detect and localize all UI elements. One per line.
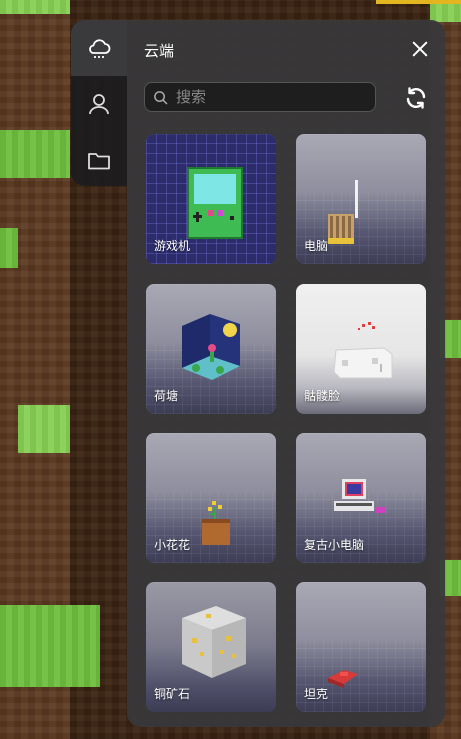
card-label: 电脑 [304, 239, 329, 253]
search-box[interactable] [144, 82, 376, 112]
card-label: 小花花 [154, 538, 191, 552]
retro-computer-thumbnail [334, 479, 386, 513]
folder-icon [88, 153, 110, 170]
copper-ore-thumbnail [182, 606, 246, 678]
model-card[interactable]: 坦克 [296, 582, 426, 712]
side-rail [71, 20, 127, 186]
card-label: 荷塘 [154, 389, 179, 403]
panel-title: 云端 [144, 42, 175, 60]
card-label: 复古小电脑 [304, 538, 365, 552]
rail-item-cloud[interactable] [71, 20, 127, 76]
close-icon [412, 41, 428, 57]
model-card[interactable]: 游戏机 [146, 134, 276, 264]
search-icon [154, 90, 168, 104]
model-card[interactable]: 电脑 [296, 134, 426, 264]
flower-pot-thumbnail [202, 501, 230, 545]
card-label: 铜矿石 [154, 687, 191, 701]
model-card[interactable]: 铜矿石 [146, 582, 276, 712]
user-icon [89, 94, 109, 115]
refresh-icon[interactable] [404, 86, 428, 110]
skull-face-thumbnail [333, 322, 393, 379]
card-label: 骷髅脸 [304, 389, 341, 403]
lotus-pond-thumbnail [182, 314, 240, 380]
model-card[interactable]: 荷塘 [146, 284, 276, 414]
card-label: 游戏机 [154, 239, 191, 253]
model-card[interactable]: 复古小电脑 [296, 433, 426, 563]
model-card[interactable]: 骷髅脸 [296, 284, 426, 414]
cloud-icon [89, 39, 111, 59]
computer-thumbnail [328, 180, 358, 244]
accent-bar [376, 0, 461, 4]
rail-item-folder[interactable] [71, 132, 127, 188]
close-button[interactable] [409, 38, 431, 60]
tank-thumbnail [328, 670, 358, 688]
model-card[interactable]: 小花花 [146, 433, 276, 563]
cloud-panel: 云端 游戏机 [127, 20, 445, 727]
search-input[interactable] [174, 87, 368, 107]
card-label: 坦克 [304, 687, 329, 701]
handheld-console-thumbnail [187, 167, 243, 239]
rail-item-user[interactable] [71, 76, 127, 132]
